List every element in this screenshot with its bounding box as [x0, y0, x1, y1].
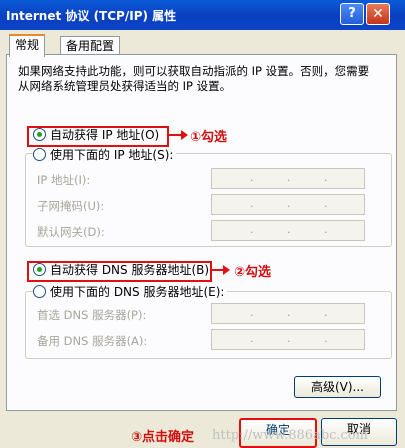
subnet-mask-label: 子网掩码(U): — [37, 199, 105, 213]
annotation-step3: ③点击确定 — [131, 430, 195, 445]
tab-alternate-config[interactable]: 备用配置 — [60, 36, 121, 55]
preferred-dns-input[interactable]: ... — [211, 303, 365, 324]
watermark-text: http://www.886abc.com — [212, 428, 368, 443]
radio-manual-dns[interactable]: 使用下面的 DNS 服务器地址(E): — [33, 284, 228, 300]
radio-manual-ip[interactable]: 使用下面的 IP 地址(S): — [33, 147, 177, 163]
default-gateway-input[interactable]: ... — [211, 220, 365, 241]
default-gateway-label: 默认网关(D): — [37, 225, 105, 239]
radio-auto-ip-label: 自动获得 IP 地址(O) — [50, 128, 160, 142]
radio-auto-dns-label: 自动获得 DNS 服务器地址(B) — [50, 263, 210, 277]
help-button[interactable]: ? — [340, 3, 364, 25]
radio-manual-ip-label: 使用下面的 IP 地址(S): — [50, 148, 174, 162]
annotation-step1: ①勾选 — [190, 130, 228, 145]
preferred-dns-label: 首选 DNS 服务器(P): — [37, 308, 147, 322]
alternate-dns-label: 备用 DNS 服务器(A): — [37, 334, 148, 348]
ip-address-input[interactable]: ... — [211, 168, 365, 189]
radio-manual-dns-label: 使用下面的 DNS 服务器地址(E): — [50, 285, 225, 299]
annotation-step2: ②勾选 — [234, 265, 272, 280]
radio-unselected-icon — [33, 148, 46, 161]
description-text: 如果网络支持此功能，则可以获取自动指派的 IP 设置。否则，您需要从网络系统管理… — [18, 64, 370, 93]
radio-selected-icon — [33, 128, 46, 141]
tab-general[interactable]: 常规 — [9, 34, 46, 57]
radio-unselected-icon — [33, 285, 46, 298]
arrow-icon — [210, 265, 230, 275]
window-title: Internet 协议 (TCP/IP) 属性 — [6, 9, 177, 23]
alternate-dns-input[interactable]: ... — [211, 329, 365, 350]
radio-auto-dns[interactable]: 自动获得 DNS 服务器地址(B) — [33, 262, 209, 278]
arrow-icon — [168, 130, 188, 140]
ip-address-label: IP 地址(I): — [37, 173, 91, 187]
title-bar: Internet 协议 (TCP/IP) 属性 ? ✕ — [0, 0, 405, 30]
advanced-button[interactable]: 高级(V)... — [294, 376, 381, 398]
close-button[interactable]: ✕ — [366, 3, 390, 25]
radio-auto-ip[interactable]: 自动获得 IP 地址(O) — [33, 127, 159, 143]
radio-selected-icon — [33, 263, 46, 276]
subnet-mask-input[interactable]: ... — [211, 194, 365, 215]
